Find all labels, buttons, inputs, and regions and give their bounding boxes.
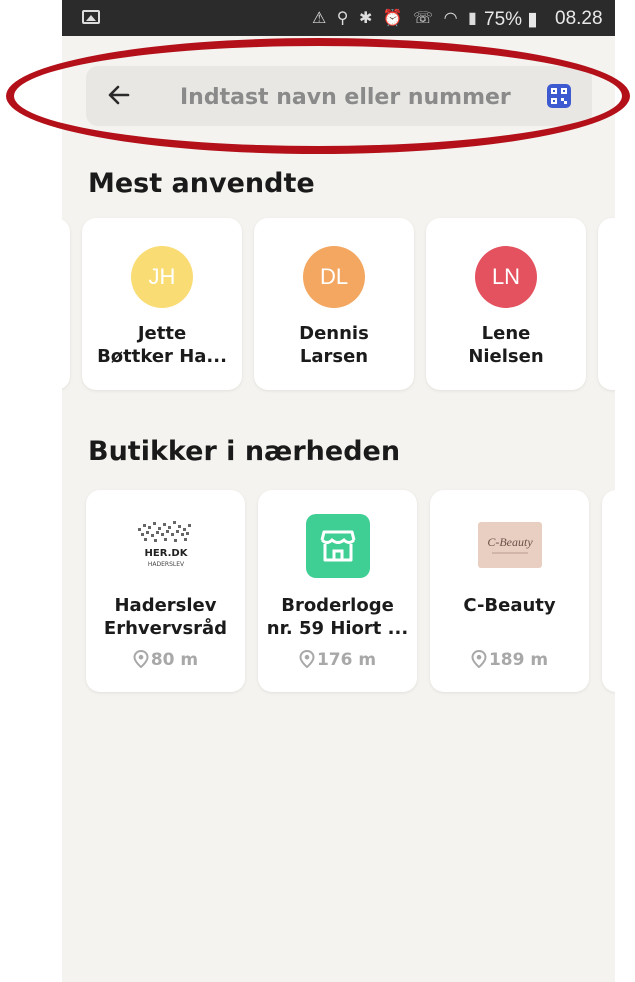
logo-text: C-Beauty <box>487 535 533 549</box>
nearby-shops-row: HER.DK HADERSLEV Haderslev Erhvervsråd 8… <box>62 490 615 694</box>
avatar: JH <box>131 246 193 308</box>
haderslev-logo-icon: HER.DK HADERSLEV <box>137 521 191 568</box>
location-pin-icon <box>299 649 315 669</box>
contact-name: Dennis Larsen <box>299 323 369 367</box>
arrow-left-icon[interactable] <box>102 78 136 112</box>
most-used-title: Mest anvendte <box>88 168 315 199</box>
shop-card-partial[interactable] <box>602 490 615 692</box>
shop-distance: 176 m <box>258 649 417 670</box>
most-used-row: JH Jette Bøttker Ha... DL Dennis Larsen … <box>62 218 615 398</box>
status-icons: ⚠ ⚲ ✱ ⏰ ☏ ◠ ▮ <box>312 10 480 27</box>
c-beauty-logo-icon: C-Beauty <box>477 522 542 568</box>
shop-name: Broderloge nr. 59 Hiort ... <box>266 595 409 639</box>
shop-name: Haderslev Erhvervsråd <box>103 595 228 639</box>
logo-text: HER.DK <box>144 548 188 559</box>
battery-icon: ▮ <box>527 9 538 30</box>
store-icon <box>305 514 370 578</box>
shop-distance: 189 m <box>430 649 589 670</box>
location-pin-icon <box>133 649 149 669</box>
contact-card-partial[interactable] <box>598 218 615 390</box>
shop-card[interactable]: C-Beauty C-Beauty 189 m <box>430 490 589 692</box>
contact-name: Jette Bøttker Ha... <box>97 323 227 367</box>
shop-card[interactable]: Broderloge nr. 59 Hiort ... 176 m <box>258 490 417 692</box>
shop-name: C-Beauty <box>463 595 556 616</box>
status-bar: ⚠ ⚲ ✱ ⏰ ☏ ◠ ▮ 75% ▮ 08.28 <box>62 0 615 36</box>
battery-level: 75% ▮ <box>484 9 538 30</box>
search-input[interactable] <box>178 78 542 116</box>
avatar: LN <box>475 246 537 308</box>
nearby-shops-title: Butikker i nærheden <box>88 436 401 467</box>
app-screen: Mest anvendte JH Jette Bøttker Ha... DL … <box>62 36 615 982</box>
search-bar[interactable] <box>86 66 592 126</box>
qr-code-icon[interactable] <box>546 83 572 109</box>
location-pin-icon <box>471 649 487 669</box>
image-notification-icon <box>82 10 100 24</box>
contact-name: Lene Nielsen <box>468 323 544 367</box>
status-clock: 08.28 <box>555 8 603 29</box>
avatar: DL <box>303 246 365 308</box>
contact-card-partial[interactable] <box>62 218 70 390</box>
contact-card[interactable]: DL Dennis Larsen <box>254 218 414 390</box>
shop-distance: 80 m <box>86 649 245 670</box>
logo-subtext: HADERSLEV <box>147 561 184 568</box>
shop-card[interactable]: HER.DK HADERSLEV Haderslev Erhvervsråd 8… <box>86 490 245 692</box>
contact-card[interactable]: JH Jette Bøttker Ha... <box>82 218 242 390</box>
contact-card[interactable]: LN Lene Nielsen <box>426 218 586 390</box>
